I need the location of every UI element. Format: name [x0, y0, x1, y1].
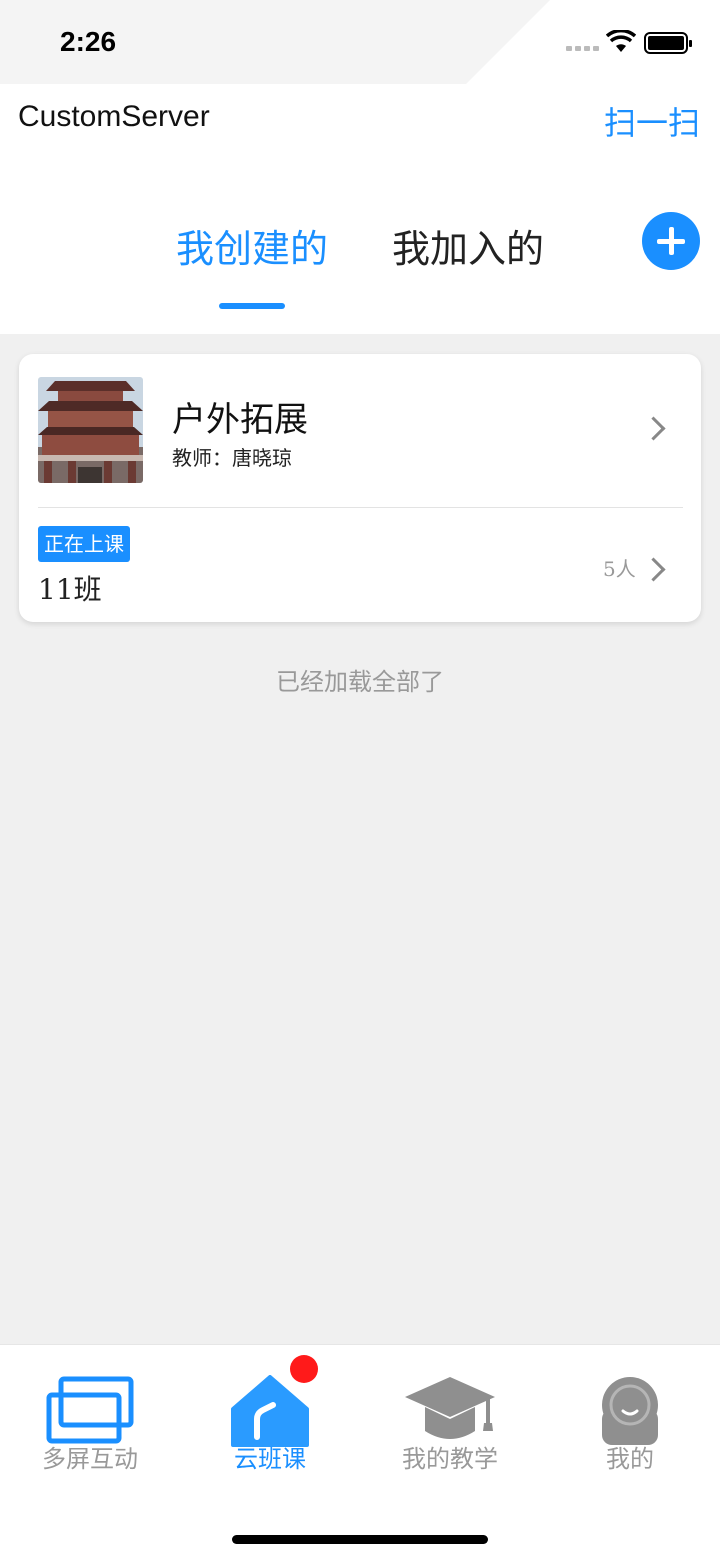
app-title: CustomServer — [18, 100, 210, 133]
nav-item-profile[interactable]: 我的 — [540, 1345, 720, 1495]
nav-label-profile: 我的 — [606, 1445, 654, 1473]
bottom-nav: 多屏互动 云班课 我的教学 我的 — [0, 1344, 720, 1559]
nav-item-multi-screen[interactable]: 多屏互动 — [0, 1345, 180, 1495]
status-time: 2:26 — [60, 26, 117, 57]
course-card[interactable]: 户外拓展 教师：唐晓琼 正在上课 11班 5人 — [19, 354, 701, 622]
home-indicator — [232, 1535, 488, 1544]
course-title: 户外拓展 — [172, 400, 308, 440]
teacher-line: 教师：唐晓琼 — [172, 442, 292, 471]
scan-button[interactable]: 扫一扫 — [604, 98, 700, 144]
wifi-icon — [606, 30, 636, 52]
list-end-message: 已经加载全部了 — [276, 668, 444, 696]
card-divider — [38, 507, 683, 508]
add-class-button[interactable] — [642, 212, 700, 270]
nav-item-my-teaching[interactable]: 我的教学 — [360, 1345, 540, 1495]
signal-icon — [566, 46, 599, 51]
class-chevron-right-icon[interactable] — [641, 557, 666, 582]
tab-joined[interactable]: 我加入的 — [392, 218, 544, 273]
nav-item-cloud-class[interactable]: 云班课 — [180, 1345, 360, 1495]
notification-dot — [290, 1355, 318, 1383]
multi-screen-icon — [46, 1376, 134, 1444]
teacher-label: 教师： — [172, 446, 232, 470]
header: CustomServer 扫一扫 我创建的 我加入的 — [0, 84, 720, 334]
nav-label-my-teaching: 我的教学 — [402, 1445, 498, 1473]
member-count: 5人 — [603, 557, 636, 581]
status-bar: 2:26 — [0, 0, 720, 84]
home-icon — [231, 1375, 309, 1447]
battery-icon — [644, 32, 692, 54]
pagoda-image — [38, 377, 143, 483]
profile-icon — [602, 1377, 658, 1445]
course-chevron-right-icon[interactable] — [641, 416, 666, 441]
class-name: 11班 — [38, 573, 102, 606]
status-badge: 正在上课 — [38, 526, 130, 562]
teacher-name: 唐晓琼 — [232, 446, 292, 470]
tab-created[interactable]: 我创建的 — [176, 218, 328, 273]
active-tab-indicator — [219, 303, 285, 309]
nav-label-cloud-class: 云班课 — [234, 1445, 306, 1473]
course-thumbnail — [38, 377, 143, 483]
graduation-cap-icon — [405, 1377, 495, 1439]
nav-label-multi-screen: 多屏互动 — [42, 1445, 138, 1473]
